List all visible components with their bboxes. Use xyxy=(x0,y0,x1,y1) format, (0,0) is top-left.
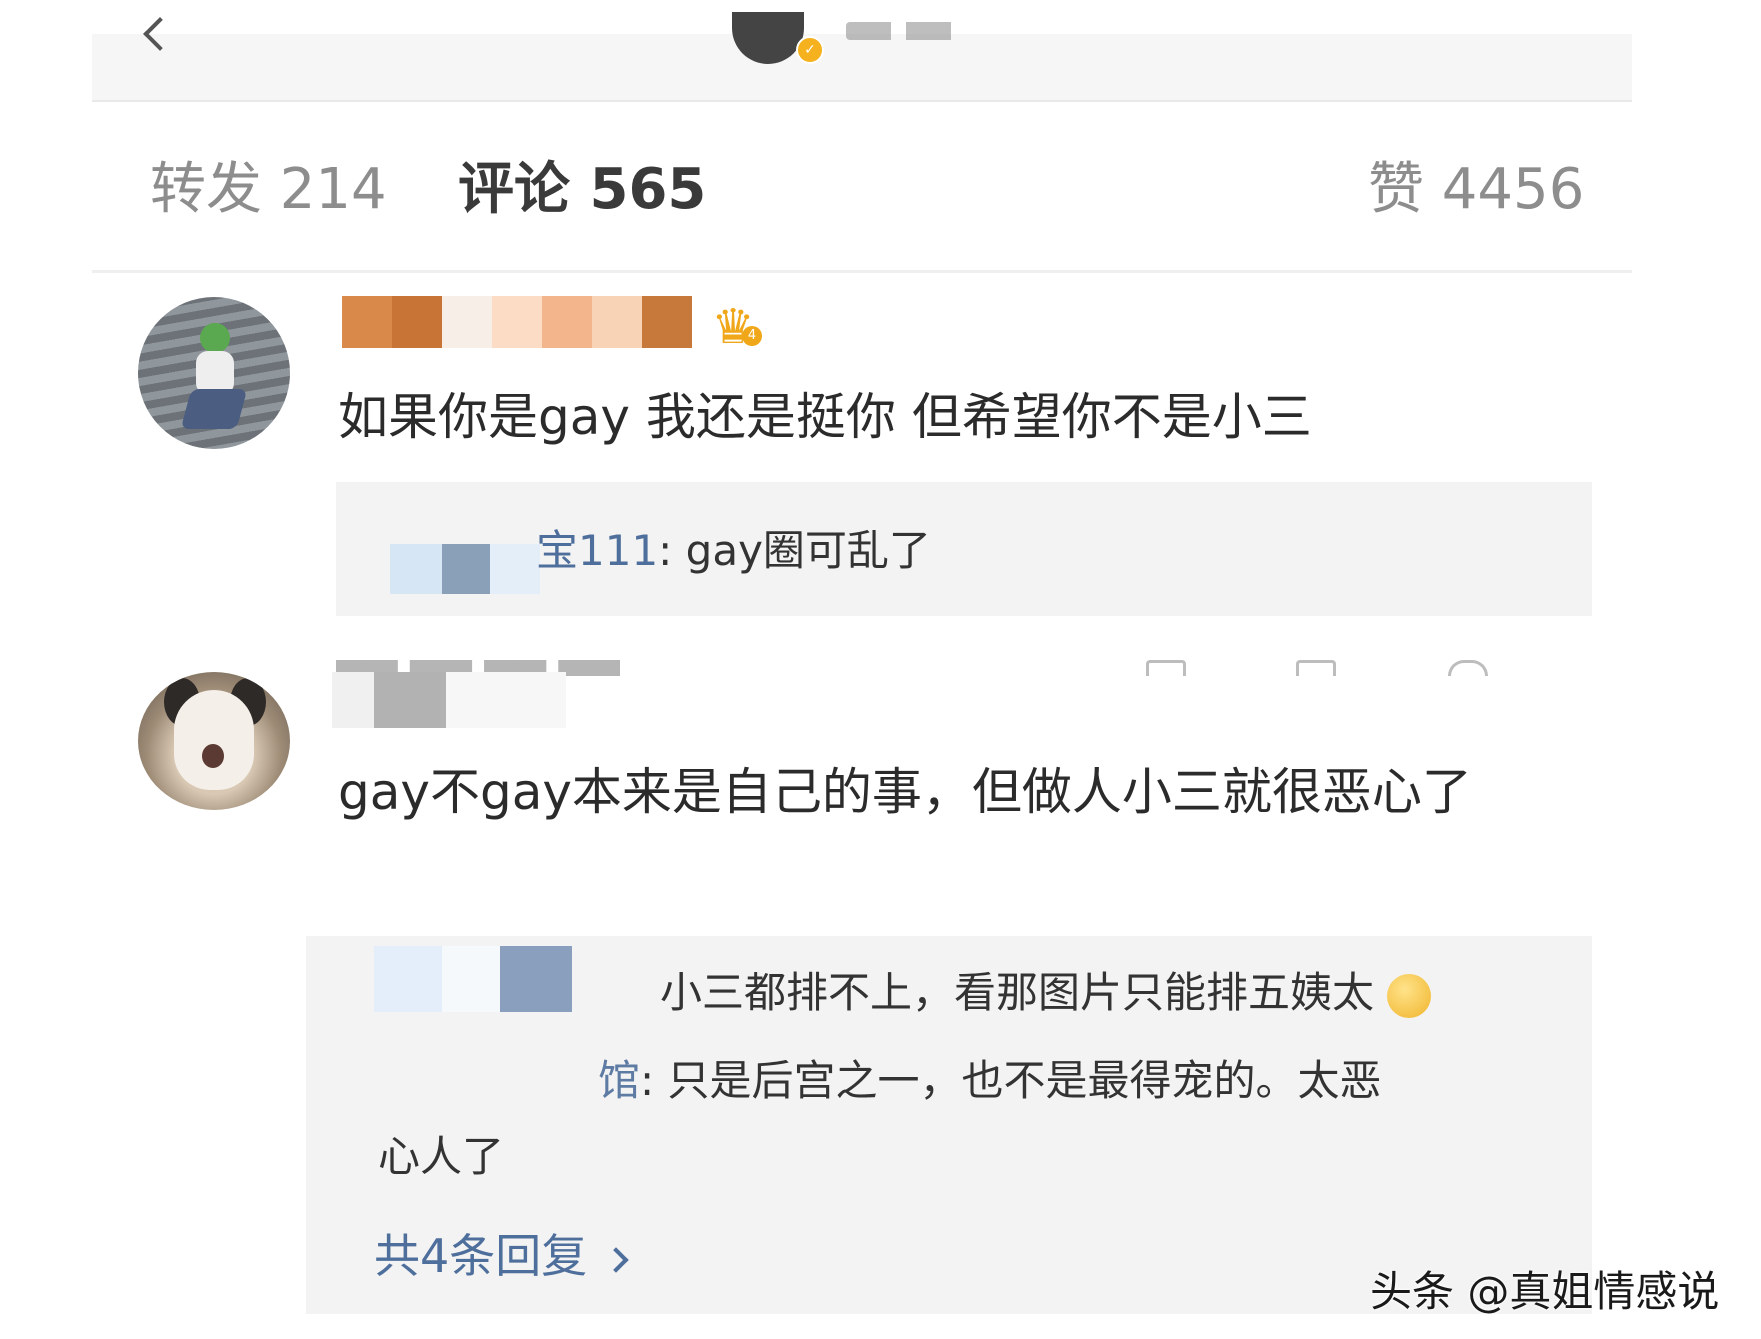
tab-likes[interactable]: 赞 4456 xyxy=(1368,152,1584,228)
commenter-avatar[interactable] xyxy=(138,672,290,810)
chevron-right-icon xyxy=(603,1246,630,1273)
emoji-face-icon xyxy=(1387,973,1432,1018)
like-icon[interactable] xyxy=(1448,660,1488,676)
comment-icon[interactable] xyxy=(1296,660,1336,676)
reply-author-obscured xyxy=(390,544,540,594)
top-bar xyxy=(92,34,1632,102)
commenter-avatar[interactable] xyxy=(138,297,290,449)
comment-text: 如果你是gay 我还是挺你 但希望你不是小三 xyxy=(338,388,1312,446)
verified-icon: ✓ xyxy=(796,36,824,64)
avatar-figure xyxy=(200,323,230,353)
reply-line: 小三都排不上，看那图片只能排五姨太 xyxy=(660,966,1432,1020)
author-name-obscured xyxy=(846,22,996,40)
reply-author-name[interactable]: 宝111 xyxy=(536,526,658,575)
reply-author-obscured xyxy=(374,946,572,1012)
share-icon[interactable] xyxy=(1146,660,1186,676)
more-replies-link[interactable]: 共4条回复 xyxy=(374,1226,630,1286)
watermark: 头条 @真姐情感说 xyxy=(1370,1267,1720,1316)
badge-level: 4 xyxy=(742,326,762,346)
reply-box[interactable]: 宝111: gay圈可乱了 xyxy=(336,482,1592,616)
reply-line: 心人了 xyxy=(378,1132,505,1181)
commenter-name-obscured[interactable] xyxy=(342,296,692,348)
tab-comments[interactable]: 评论 565 xyxy=(458,152,706,228)
divider xyxy=(92,270,1632,273)
tab-reposts[interactable]: 转发 214 xyxy=(150,152,387,228)
comment-text: gay不gay本来是自己的事，但做人小三就很恶心了 xyxy=(338,763,1472,821)
reply-line: 馆: 只是后宫之一，也不是最得宠的。太恶 xyxy=(340,1054,1382,1108)
reply-line: 宝111: gay圈可乱了 xyxy=(536,526,931,575)
commenter-name-obscured[interactable] xyxy=(332,672,566,728)
reply-author-name[interactable]: 馆 xyxy=(340,1054,640,1108)
